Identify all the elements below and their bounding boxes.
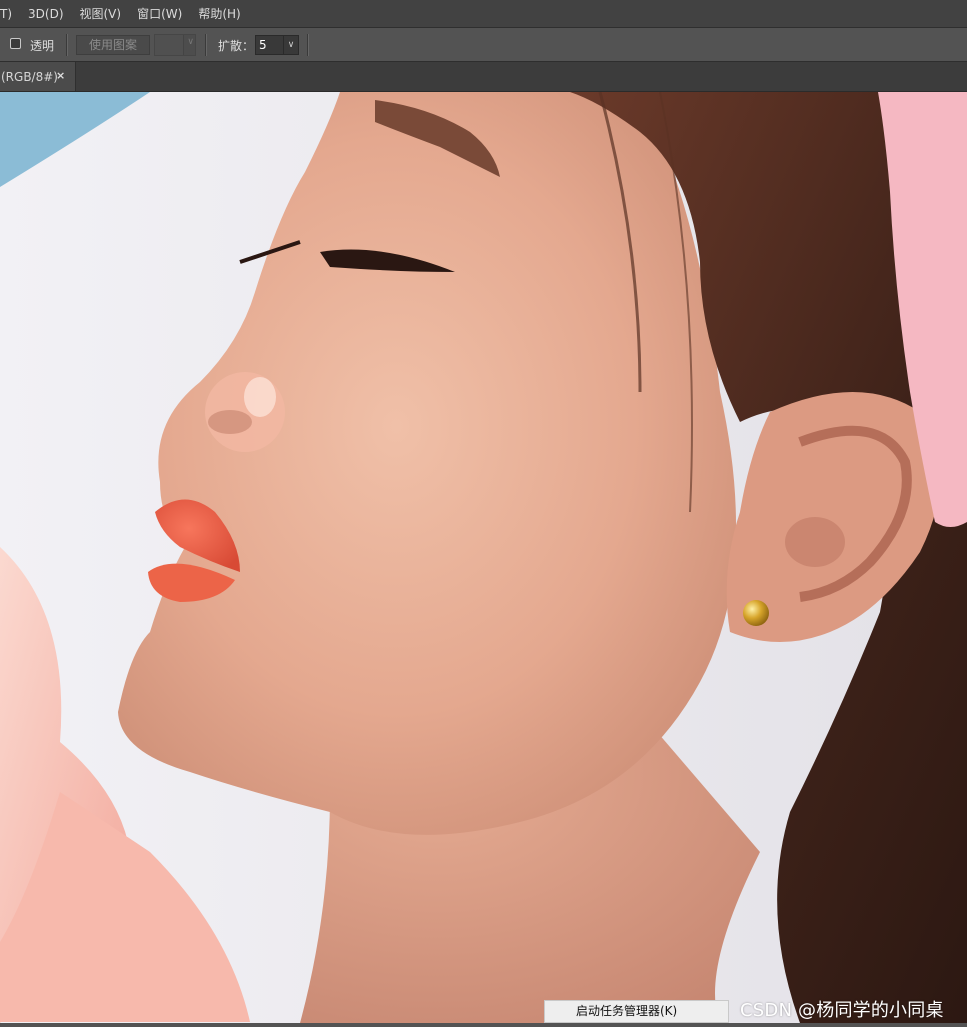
pattern-picker[interactable]: ∨ <box>154 34 196 56</box>
menu-3d[interactable]: 3D(D) <box>20 0 71 28</box>
context-menu-item[interactable]: 启动任务管理器(K) <box>544 1000 729 1023</box>
watermark: CSDN @杨同学的小同桌 <box>740 1000 944 1021</box>
spread-label: 扩散： <box>218 39 255 53</box>
spread-select[interactable]: ∨ <box>255 35 299 55</box>
menu-view[interactable]: 视图(V) <box>72 0 130 28</box>
menu-window[interactable]: 窗口(W) <box>129 0 190 28</box>
chevron-down-icon: ∨ <box>187 37 194 47</box>
divider <box>66 34 68 56</box>
document-tab[interactable]: (RGB/8#) × <box>0 62 76 91</box>
document-canvas[interactable] <box>0 92 967 1023</box>
document-tab-label: (RGB/8#) <box>1 70 58 84</box>
menu-bar: T) 3D(D) 视图(V) 窗口(W) 帮助(H) <box>0 0 967 28</box>
photo-image <box>0 92 967 1023</box>
divider <box>205 34 207 56</box>
menu-help[interactable]: 帮助(H) <box>190 0 248 28</box>
pattern-swatch <box>155 35 184 55</box>
close-icon[interactable]: × <box>56 69 65 82</box>
spread-input[interactable] <box>256 36 285 54</box>
menu-type[interactable]: T) <box>0 0 20 28</box>
transparent-checkbox[interactable] <box>10 38 21 49</box>
document-tab-bar: (RGB/8#) × <box>0 62 967 92</box>
options-bar: 透明 使用图案 ∨ 扩散： ∨ <box>0 28 967 62</box>
transparent-label: 透明 <box>30 39 55 53</box>
divider <box>307 34 309 56</box>
chevron-down-icon[interactable]: ∨ <box>283 36 298 54</box>
use-pattern-button[interactable]: 使用图案 <box>76 35 150 55</box>
